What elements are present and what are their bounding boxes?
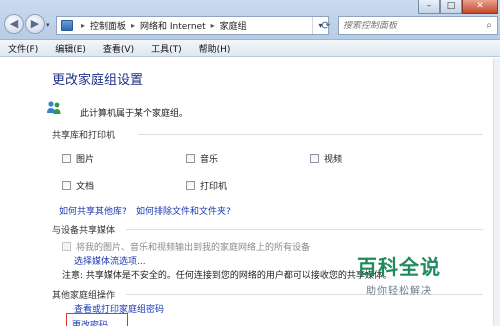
checkbox-box[interactable]	[186, 154, 195, 163]
menu-help[interactable]: 帮助(H)	[199, 42, 231, 55]
refresh-icon[interactable]: ⟳	[318, 16, 334, 35]
minimize-button[interactable]: –	[418, 0, 440, 14]
homegroup-status-text: 此计算机属于某个家庭组。	[80, 109, 189, 119]
search-box[interactable]: ⌕	[338, 16, 498, 35]
link-media-stream-options[interactable]: 选择媒体流选项...	[74, 254, 146, 267]
breadcrumb-control-panel[interactable]: 控制面板	[90, 19, 126, 32]
homegroup-icon	[47, 101, 61, 114]
section-libraries-label: 共享库和打印机	[52, 131, 116, 141]
forward-button[interactable]: ▶	[25, 14, 45, 34]
checkbox-box[interactable]	[62, 154, 71, 163]
vertical-scrollbar[interactable]	[493, 58, 500, 326]
checkbox-videos[interactable]: 视频	[310, 152, 342, 165]
menu-edit[interactable]: 编辑(E)	[55, 42, 86, 55]
breadcrumb-separator-icon[interactable]: ▸	[131, 21, 135, 30]
checkbox-stream-media[interactable]: 将我的图片、音乐和视频输出到我的家庭网络上的所有设备	[62, 240, 310, 253]
section-divider	[126, 229, 483, 230]
checkbox-box[interactable]	[310, 154, 319, 163]
checkbox-label: 将我的图片、音乐和视频输出到我的家庭网络上的所有设备	[76, 243, 311, 253]
window-controls: – □ ✕	[418, 0, 498, 14]
control-panel-icon	[61, 20, 73, 31]
recent-pages-dropdown-icon[interactable]: ▾	[46, 21, 50, 29]
checkbox-box[interactable]	[62, 242, 71, 251]
checkbox-label: 视频	[324, 155, 343, 165]
address-bar[interactable]: ▸ 控制面板 ▸ 网络和 Internet ▸ 家庭组 ▾	[56, 16, 329, 35]
watermark-subtitle: 助你轻松解决	[366, 286, 432, 297]
menu-file[interactable]: 文件(F)	[8, 42, 38, 55]
checkbox-label: 图片	[76, 155, 95, 165]
search-icon[interactable]: ⌕	[481, 20, 497, 31]
section-media-label: 与设备共享媒体	[52, 226, 116, 236]
checkbox-documents[interactable]: 文档	[62, 179, 94, 192]
breadcrumb-network[interactable]: 网络和 Internet	[140, 19, 206, 32]
link-exclude-files[interactable]: 如何排除文件和文件夹?	[136, 204, 231, 217]
title-bar: – □ ✕ ◀ ▶ ▾ ▸ 控制面板 ▸ 网络和 Internet ▸ 家庭组 …	[0, 0, 500, 40]
page-title: 更改家庭组设置	[52, 73, 144, 88]
checkbox-music[interactable]: 音乐	[186, 152, 218, 165]
menu-bar: 文件(F) 编辑(E) 查看(V) 工具(T) 帮助(H)	[0, 40, 500, 57]
checkbox-label: 文档	[76, 182, 95, 192]
breadcrumb-homegroup[interactable]: 家庭组	[220, 19, 247, 32]
checkbox-label: 打印机	[200, 182, 228, 192]
back-button[interactable]: ◀	[4, 14, 24, 34]
checkbox-label: 音乐	[200, 155, 219, 165]
maximize-button[interactable]: □	[440, 0, 462, 14]
section-divider	[138, 134, 483, 135]
search-input[interactable]	[343, 20, 481, 31]
link-share-other-libraries[interactable]: 如何共享其他库?	[59, 204, 127, 217]
breadcrumb-separator-icon[interactable]: ▸	[81, 21, 85, 30]
section-other-label: 其他家庭组操作	[52, 291, 116, 301]
checkbox-printers[interactable]: 打印机	[186, 179, 227, 192]
breadcrumb-separator-icon[interactable]: ▸	[211, 21, 215, 30]
watermark: 百科全说 助你轻松解决	[338, 251, 460, 297]
menu-tools[interactable]: 工具(T)	[151, 42, 182, 55]
menu-view[interactable]: 查看(V)	[103, 42, 134, 55]
highlight-box	[66, 313, 128, 326]
checkbox-box[interactable]	[62, 181, 71, 190]
checkbox-pictures[interactable]: 图片	[62, 152, 94, 165]
close-button[interactable]: ✕	[462, 0, 498, 14]
checkbox-box[interactable]	[186, 181, 195, 190]
watermark-title: 百科全说	[357, 255, 441, 279]
